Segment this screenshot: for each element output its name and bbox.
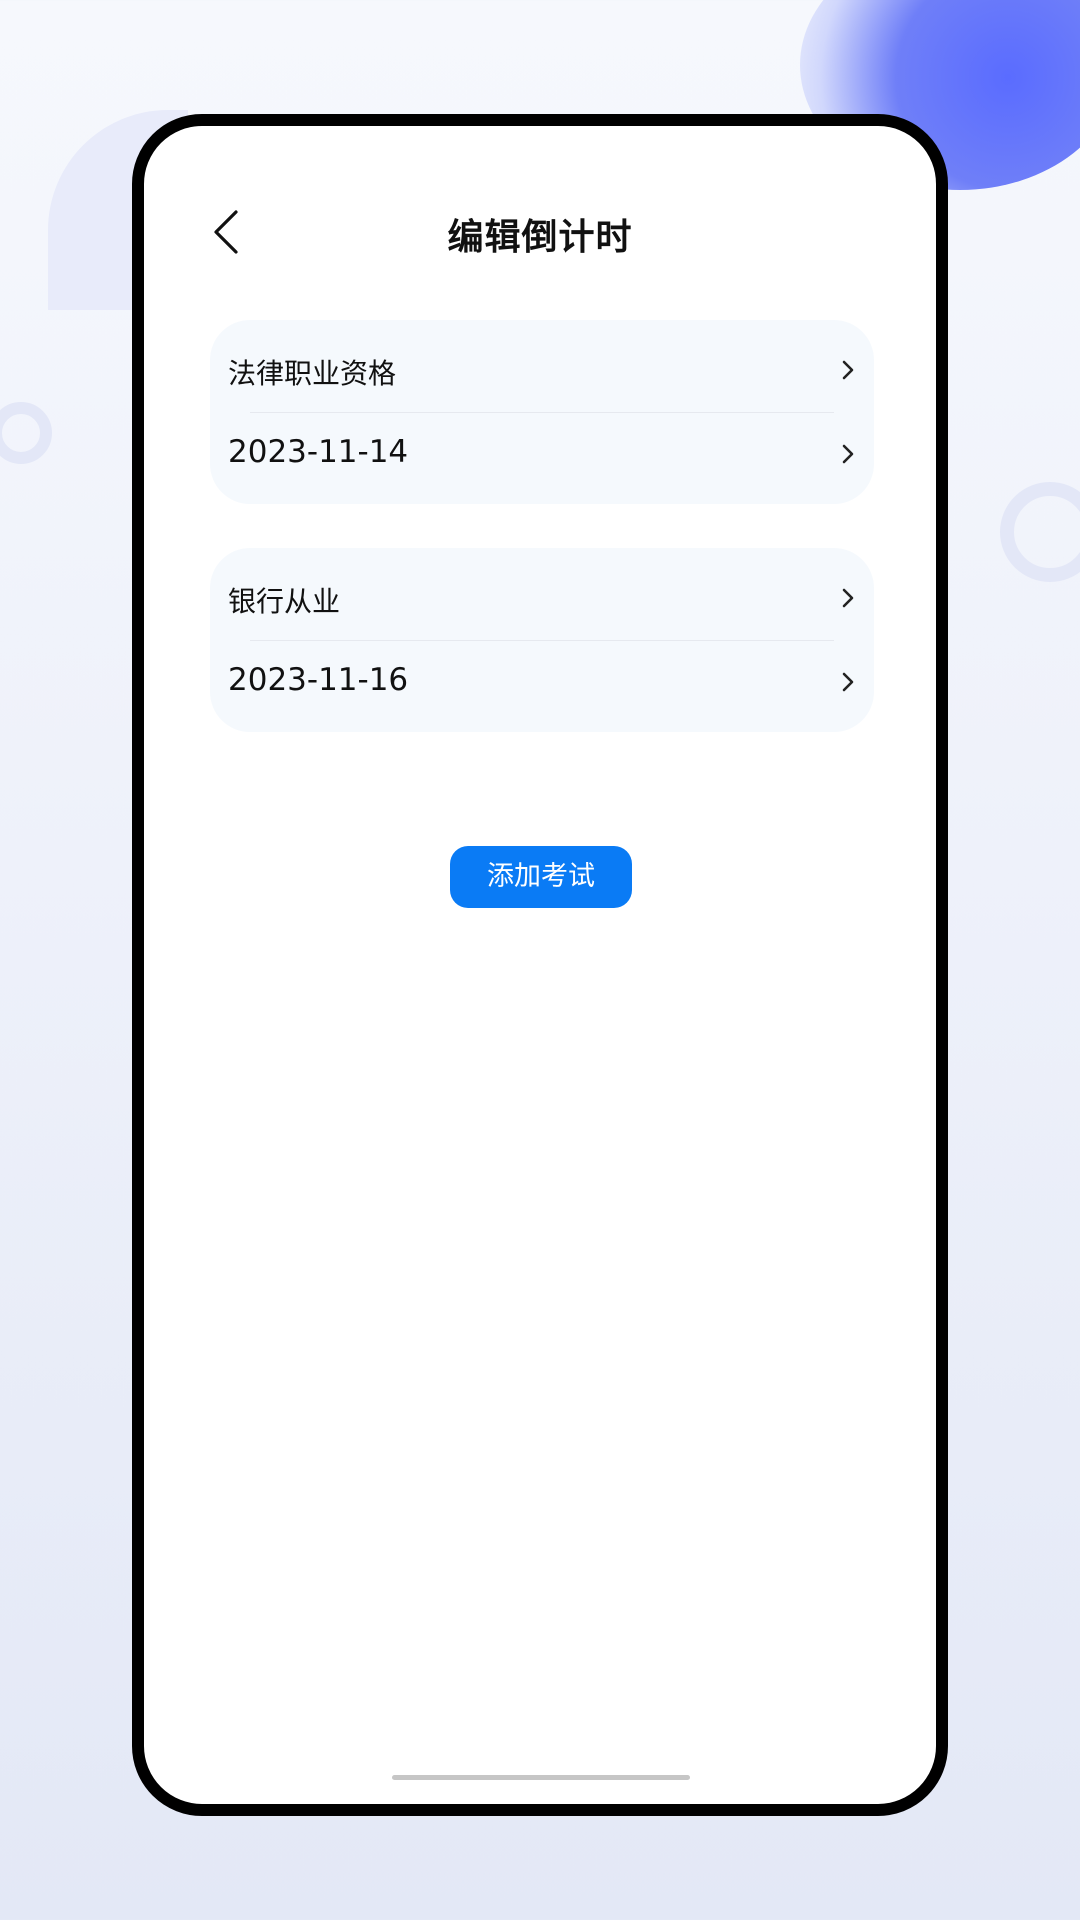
exam-date: 2023-11-14 bbox=[228, 434, 409, 470]
phone-frame: 编辑倒计时 法律职业资格 2023-11-14 银行从业 2023-11-16 bbox=[132, 114, 948, 1816]
header-bar: 编辑倒计时 bbox=[144, 192, 936, 272]
exam-date-row[interactable]: 2023-11-14 bbox=[210, 412, 874, 496]
chevron-right-icon bbox=[842, 588, 854, 608]
chevron-right-icon bbox=[842, 360, 854, 380]
exam-date: 2023-11-16 bbox=[228, 662, 409, 698]
exam-name: 法律职业资格 bbox=[228, 357, 397, 390]
exam-date-row[interactable]: 2023-11-16 bbox=[210, 640, 874, 724]
exam-name-row[interactable]: 法律职业资格 bbox=[210, 328, 874, 412]
exam-card: 法律职业资格 2023-11-14 bbox=[210, 320, 874, 504]
background-ring-decoration-right bbox=[1000, 482, 1080, 582]
page-title: 编辑倒计时 bbox=[447, 217, 633, 258]
home-indicator[interactable] bbox=[392, 1775, 690, 1780]
add-exam-button[interactable]: 添加考试 bbox=[450, 846, 632, 908]
background-ring-decoration-left bbox=[0, 402, 52, 464]
chevron-right-icon bbox=[842, 444, 854, 464]
exam-card: 银行从业 2023-11-16 bbox=[210, 548, 874, 732]
exam-name: 银行从业 bbox=[228, 585, 341, 618]
exam-name-row[interactable]: 银行从业 bbox=[210, 556, 874, 640]
chevron-right-icon bbox=[842, 672, 854, 692]
